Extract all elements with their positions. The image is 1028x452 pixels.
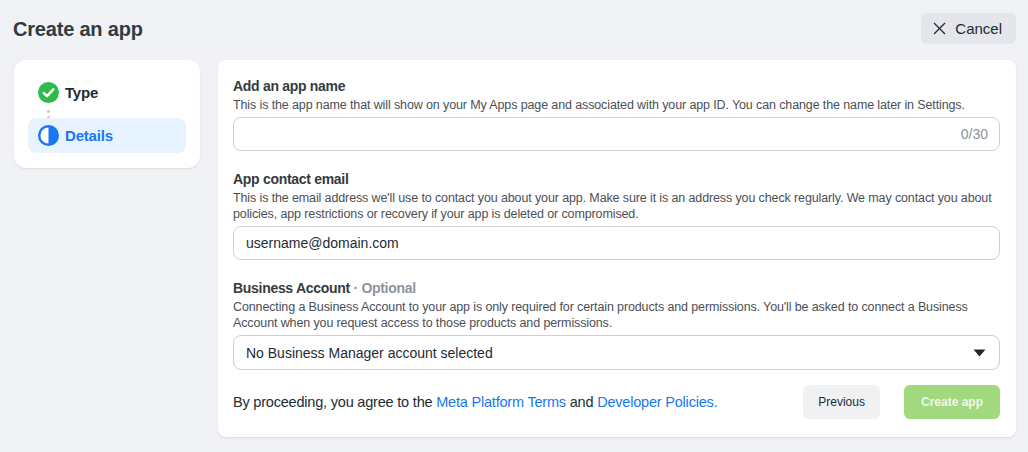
contact-email-label: App contact email bbox=[233, 171, 1000, 187]
step-connector bbox=[38, 110, 58, 118]
char-counter: 0/30 bbox=[961, 126, 988, 142]
cancel-label: Cancel bbox=[955, 20, 1002, 37]
stepper-sidebar: Type Details bbox=[14, 60, 200, 168]
page-title: Create an app bbox=[13, 18, 143, 41]
step-details-label: Details bbox=[65, 127, 113, 144]
business-account-label: Business Account · Optional bbox=[233, 280, 1000, 296]
app-name-label: Add an app name bbox=[233, 78, 1000, 94]
step-type[interactable]: Type bbox=[28, 75, 186, 110]
contact-email-input[interactable] bbox=[233, 226, 1000, 260]
app-name-input[interactable] bbox=[233, 117, 1000, 151]
form-footer: By proceeding, you agree to the Meta Pla… bbox=[233, 385, 1000, 419]
create-app-button[interactable]: Create app bbox=[904, 385, 1000, 419]
previous-button[interactable]: Previous bbox=[803, 385, 880, 419]
check-circle-icon bbox=[38, 82, 59, 103]
cancel-button[interactable]: Cancel bbox=[921, 13, 1016, 44]
terms-text: By proceeding, you agree to the Meta Pla… bbox=[233, 394, 717, 410]
main-content: Type Details Add an app name This is the… bbox=[0, 60, 1028, 437]
form-card: Add an app name This is the app name tha… bbox=[218, 60, 1016, 437]
business-account-description: Connecting a Business Account to your ap… bbox=[233, 299, 1000, 331]
select-value: No Business Manager account selected bbox=[246, 345, 493, 361]
developer-policies-link[interactable]: Developer Policies. bbox=[597, 394, 717, 410]
business-account-select[interactable]: No Business Manager account selected bbox=[233, 335, 1000, 370]
step-details[interactable]: Details bbox=[28, 118, 186, 153]
meta-platform-terms-link[interactable]: Meta Platform Terms bbox=[436, 394, 566, 410]
contact-email-description: This is the email address we'll use to c… bbox=[233, 190, 1000, 222]
step-type-label: Type bbox=[65, 84, 98, 101]
half-circle-icon bbox=[38, 125, 59, 146]
chevron-down-icon bbox=[973, 349, 986, 357]
close-icon bbox=[933, 22, 946, 35]
page-header: Create an app Cancel bbox=[0, 0, 1028, 60]
optional-badge: · Optional bbox=[353, 280, 415, 296]
app-name-description: This is the app name that will show on y… bbox=[233, 97, 1000, 113]
